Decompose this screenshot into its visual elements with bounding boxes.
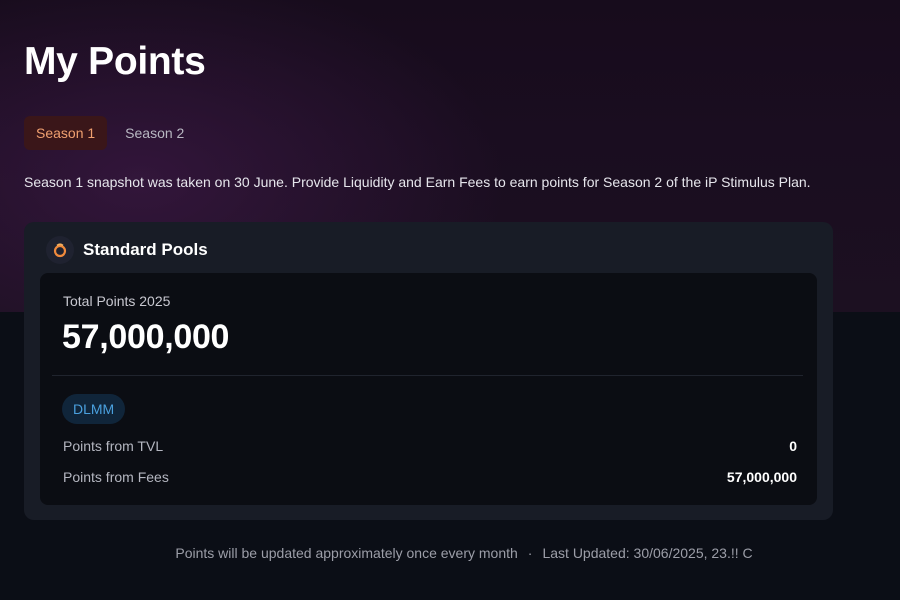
tvl-points-value: 0: [789, 438, 797, 454]
card-header: Standard Pools: [46, 236, 208, 264]
points-panel: Total Points 2025 57,000,000 DLMM Points…: [40, 273, 817, 505]
last-updated-text: Last Updated: 30/06/2025, 23.!! C: [542, 545, 753, 561]
dlmm-badge: DLMM: [62, 394, 126, 424]
tvl-points-label: Points from TVL: [63, 438, 164, 454]
card-title: Standard Pools: [83, 240, 208, 259]
standard-pools-card: Standard Pools Total Points 2025 57,000,…: [24, 222, 833, 520]
tab-season-2[interactable]: Season 2: [113, 116, 196, 150]
fees-points-value: 57,000,000: [726, 469, 797, 485]
total-points-label: Total Points 2025: [63, 293, 171, 309]
divider: [52, 375, 803, 376]
pool-ring-icon: [46, 236, 74, 264]
footer-note: Points will be updated approximately onc…: [0, 545, 900, 561]
season-description: Season 1 snapshot was taken on 30 June. …: [24, 174, 811, 190]
update-frequency-note: Points will be updated approximately onc…: [175, 545, 518, 561]
tab-season-1[interactable]: Season 1: [24, 116, 108, 150]
page-title: My Points: [24, 40, 206, 83]
footer-separator: ·: [527, 545, 533, 561]
total-points-value: 57,000,000: [62, 318, 230, 356]
season-tabs: Season 1 Season 2: [24, 116, 196, 150]
page-content: My Points Season 1 Season 2 Season 1 sna…: [0, 0, 900, 600]
fees-points-label: Points from Fees: [63, 469, 169, 485]
